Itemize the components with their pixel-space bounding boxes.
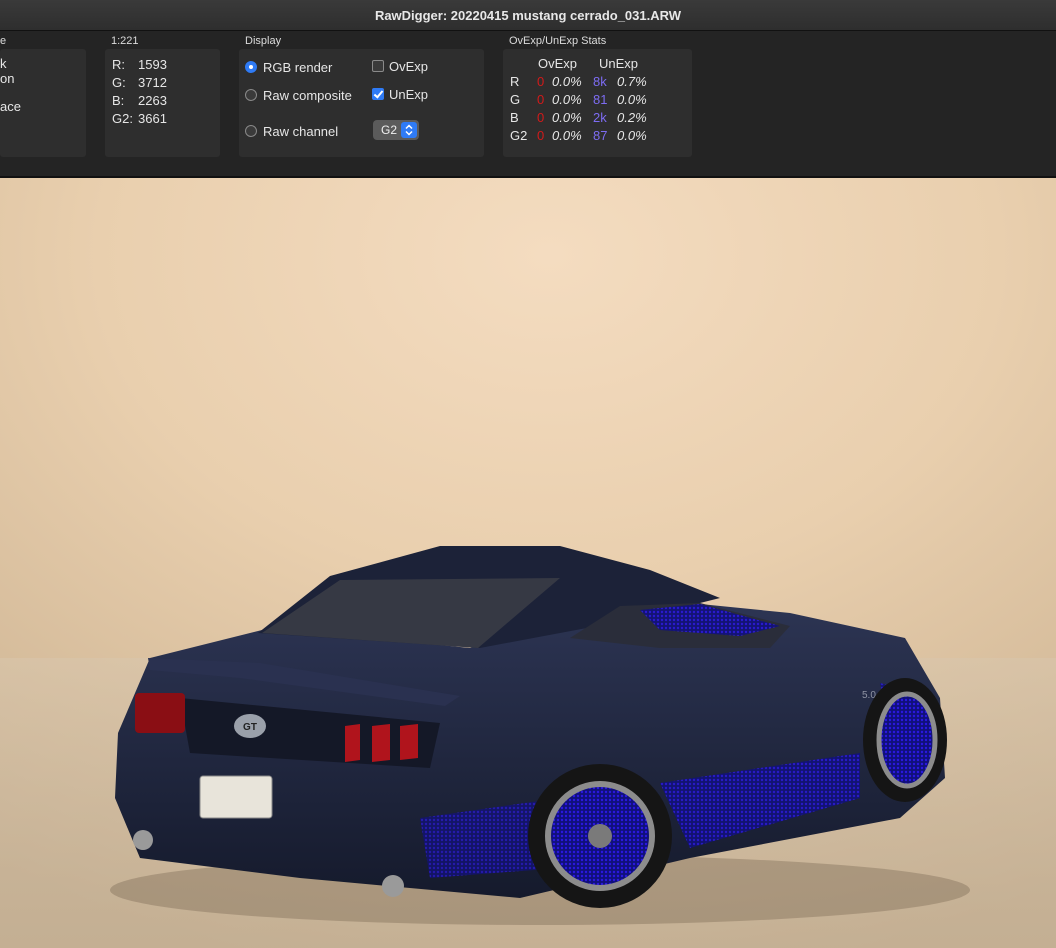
toolbar: e k on ace 1:221 R: 1593 G: 3712 B: 2263… <box>0 31 1056 178</box>
unexp-checkbox[interactable] <box>372 88 384 100</box>
stats-ov-pct: 0.0% <box>552 110 582 125</box>
stats-channel: B <box>510 110 519 125</box>
front-wheel <box>863 678 947 802</box>
stats-ov-count: 0 <box>537 74 545 89</box>
unexp-label[interactable]: UnExp <box>389 87 428 102</box>
stats-un-count: 2k <box>593 110 607 125</box>
chevron-updown-icon <box>401 122 417 138</box>
stats-un-count: 8k <box>593 74 607 89</box>
stats-un-count: 81 <box>593 92 608 107</box>
ovexp-label[interactable]: OvExp <box>389 59 428 74</box>
stats-ov-count: 0 <box>537 92 545 107</box>
raw-composite-label[interactable]: Raw composite <box>263 88 352 103</box>
display-panel-header: Display <box>245 35 282 47</box>
stats-un-pct: 0.2% <box>617 110 647 125</box>
stats-ov-pct: 0.0% <box>552 128 582 143</box>
values-panel: R: 1593 G: 3712 B: 2263 G2: 3661 <box>105 49 220 157</box>
stats-channel: R <box>510 74 520 89</box>
rgb-render-radio[interactable] <box>245 61 257 73</box>
stats-un-pct: 0.0% <box>617 128 647 143</box>
raw-channel-label[interactable]: Raw channel <box>263 124 338 139</box>
values-panel-header: 1:221 <box>111 35 139 47</box>
rgb-render-label[interactable]: RGB render <box>263 60 332 75</box>
window-title: RawDigger: 20220415 mustang cerrado_031.… <box>0 0 1056 31</box>
value-label-b: B: <box>112 93 125 108</box>
left-panel: k on ace <box>0 49 86 157</box>
value-r: 1593 <box>138 57 167 72</box>
value-label-g: G: <box>112 75 126 90</box>
stats-panel-header: OvExp/UnExp Stats <box>509 35 607 47</box>
stats-ov-count: 0 <box>537 110 545 125</box>
stats-channel: G2 <box>510 128 528 143</box>
left-panel-item[interactable]: ace <box>0 99 21 114</box>
value-label-g2: G2: <box>112 111 133 126</box>
stats-un-pct: 0.0% <box>617 92 647 107</box>
stats-col-ovexp: OvExp <box>538 56 578 71</box>
value-g2: 3661 <box>138 111 167 126</box>
raw-channel-select[interactable]: G2 <box>373 120 419 140</box>
gt-badge: GT <box>243 722 257 733</box>
ovexp-checkbox[interactable] <box>372 60 384 72</box>
stats-ov-pct: 0.0% <box>552 74 582 89</box>
left-panel-header: e <box>0 35 7 47</box>
value-b: 2263 <box>138 93 167 108</box>
stats-un-pct: 0.7% <box>617 74 647 89</box>
left-panel-item[interactable]: k <box>0 56 7 71</box>
stats-channel: G <box>510 92 521 107</box>
display-panel: RGB render Raw composite Raw channel OvE… <box>239 49 484 157</box>
stats-col-unexp: UnExp <box>599 56 639 71</box>
stats-un-count: 87 <box>593 128 608 143</box>
car-photo: GT 5.0 <box>0 178 1056 948</box>
stats-ov-count: 0 <box>537 128 545 143</box>
value-g: 3712 <box>138 75 167 90</box>
raw-channel-select-value: G2 <box>381 123 398 137</box>
stats-panel: OvExp UnExp R 0 0.0% 8k 0.7% G 0 0.0% 81… <box>503 49 692 157</box>
image-canvas[interactable]: GT 5.0 <box>0 178 1056 948</box>
raw-channel-radio[interactable] <box>245 125 257 137</box>
rear-wheel <box>528 764 672 908</box>
stats-ov-pct: 0.0% <box>552 92 582 107</box>
left-panel-item[interactable]: on <box>0 71 14 86</box>
value-label-r: R: <box>112 57 125 72</box>
raw-composite-radio[interactable] <box>245 89 257 101</box>
